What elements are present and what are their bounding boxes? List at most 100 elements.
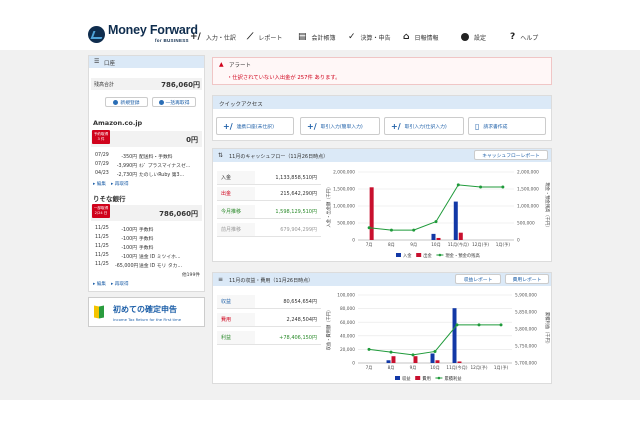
line-point: [501, 185, 505, 189]
x-tick-label: 7月: [366, 242, 373, 248]
nav-dailyinfo[interactable]: ⌂ 日報情報: [403, 26, 438, 48]
x-tick-label: 8月: [388, 242, 395, 248]
nav-settings-label: 設定: [474, 34, 487, 42]
expense-report-button[interactable]: 費用レポート: [505, 274, 549, 284]
document-icon: ▯: [475, 121, 480, 131]
edit-label: 編集: [96, 182, 106, 187]
amazon-refetch-link[interactable]: ▸ 再取得: [111, 181, 129, 187]
quick-invoice-label: 請求書作成: [483, 124, 508, 130]
row-value: 2,248,504円: [255, 313, 321, 327]
bar-series1: [430, 353, 435, 363]
bar-series2: [458, 232, 463, 240]
y2-tick-label: 0: [517, 238, 520, 244]
x-tick-label: 12月(予): [471, 364, 488, 371]
plus-slash-icon: +∕: [223, 121, 233, 131]
refetch-label: 再取得: [114, 282, 129, 287]
beginner-mark-icon: [94, 305, 104, 319]
cashflow-title: 11月のキャッシュフロー（11月26日時点）: [229, 154, 329, 160]
y-tick-label: 1,000,000: [333, 204, 355, 210]
bar-series2: [457, 361, 462, 363]
nav-settings[interactable]: 設定: [461, 26, 486, 48]
x-tick-label: 7月: [366, 365, 373, 371]
account-name-amazon[interactable]: Amazon.co.jp: [93, 119, 142, 127]
nav-input-label: 入力・仕訳: [205, 34, 236, 42]
line-point: [499, 323, 503, 327]
tx-desc: 送金 ID モリ タカ...: [139, 264, 183, 269]
nav-input[interactable]: +∕ 入力・仕訳: [190, 26, 236, 48]
refetch-all-label: 一括再取得: [165, 100, 190, 106]
nav-report[interactable]: ⟋ レポート: [247, 26, 282, 48]
resona-refetch-link[interactable]: ▸ 再取得: [111, 281, 129, 287]
tx-date: 04/23: [95, 171, 109, 176]
quick-sync-label: 連携口座(未仕訳): [236, 124, 274, 130]
y2-tick-label: 2,000,000: [517, 170, 539, 176]
quick-sync-button[interactable]: +∕ 連携口座(未仕訳): [216, 117, 294, 135]
line-series: [369, 184, 503, 231]
list-icon: ☰: [94, 58, 100, 65]
tx-amount: -350円: [121, 155, 137, 160]
alert-message-text: 仕訳されていない入出金が 257件 あります。: [232, 75, 341, 81]
tx-desc: 配送料・手数料: [139, 155, 173, 160]
new-account-button[interactable]: 新規登録: [105, 97, 148, 107]
y2-axis-title: 現金・預金残高（千円）: [544, 182, 550, 229]
header: Money Forward for BUSINESS +∕ 入力・仕訳 ⟋ レポ…: [0, 0, 640, 50]
cashflow-report-button[interactable]: キャッシュフローレポート: [474, 150, 548, 160]
nav-books[interactable]: ▤ 会計帳簿: [298, 26, 336, 48]
tx-desc: 手数料: [139, 246, 154, 251]
brand-sub: for BUSINESS: [155, 38, 189, 43]
line-point: [434, 220, 438, 224]
check-icon: ✓: [348, 32, 356, 42]
quick-invoice-button[interactable]: ▯ 請求書作成: [468, 117, 546, 135]
legend-swatch: [396, 253, 401, 257]
expense-report-label: 費用レポート: [512, 277, 542, 283]
footer-area: [0, 400, 640, 426]
tx-date: 07/29: [95, 162, 109, 167]
x-tick-label: 1月(予): [494, 364, 509, 371]
x-tick-label: 11月(今月): [448, 241, 470, 248]
nav-closing[interactable]: ✓ 決算・申告: [348, 26, 391, 48]
quick-detail-label: 取引入力(仕訳入力): [404, 124, 447, 130]
line-point: [455, 323, 459, 327]
badge-text: 一部取得 2/24 日: [93, 206, 109, 215]
line-point: [411, 353, 415, 357]
y-tick-label: 20,000: [340, 347, 355, 353]
tx-amount: -3,990円: [116, 164, 137, 169]
bar-series1: [431, 233, 436, 240]
first-tax-return-banner[interactable]: 初めての確定申告 Income Tax Return for the First…: [88, 297, 205, 327]
tx-date: 11/25: [95, 253, 109, 258]
cashflow-icon: ⇅: [218, 152, 224, 159]
legend-label: 出金: [423, 252, 432, 259]
x-tick-label: 10月: [431, 242, 441, 248]
y-tick-label: 500,000: [337, 221, 355, 227]
y-tick-label: 2,000,000: [333, 170, 355, 176]
refresh-icon: [158, 99, 164, 105]
amazon-edit-link[interactable]: ▸ 編集: [93, 181, 106, 187]
y-tick-label: 80,000: [340, 306, 355, 312]
tx-date: 11/25: [95, 226, 109, 231]
x-tick-label: 9月: [410, 242, 417, 248]
row-value: 1,133,858,510円: [255, 171, 321, 185]
account-name-resona[interactable]: りそな銀行: [93, 193, 126, 203]
bar-series2: [413, 356, 418, 363]
tx-amount: -65,000円: [115, 264, 139, 269]
row-value: 80,654,654円: [255, 295, 321, 309]
revenue-report-button[interactable]: 収益レポート: [455, 274, 501, 284]
quick-simple-button[interactable]: +∕ 取引入力(簡単入力): [300, 117, 380, 135]
alert-message[interactable]: ・仕訳されていない入出金が 257件 あります。: [227, 73, 340, 81]
resona-edit-link[interactable]: ▸ 編集: [93, 281, 106, 287]
banner-title: 初めての確定申告: [113, 305, 177, 314]
refetch-all-button[interactable]: 一括再取得: [152, 97, 196, 107]
tx-date: 11/25: [95, 235, 109, 240]
quick-detail-button[interactable]: +∕ 取引入力(仕訳入力): [384, 117, 464, 135]
line-point: [412, 228, 416, 232]
x-tick-label: 12月(予): [472, 241, 489, 248]
more-count[interactable]: 他199件: [182, 272, 200, 278]
y2-tick-label: 1,500,000: [517, 187, 539, 193]
tx-desc: 手数料: [139, 228, 154, 233]
pl-title: 11月の収益・費用（11月26日時点）: [229, 278, 314, 284]
nav-books-label: 会計帳簿: [311, 34, 336, 42]
new-account-label: 新規登録: [120, 100, 140, 106]
amazon-balance: 0円: [186, 136, 198, 144]
y2-tick-label: 5,800,000: [515, 327, 537, 333]
nav-help[interactable]: ? ヘルプ: [510, 26, 538, 48]
